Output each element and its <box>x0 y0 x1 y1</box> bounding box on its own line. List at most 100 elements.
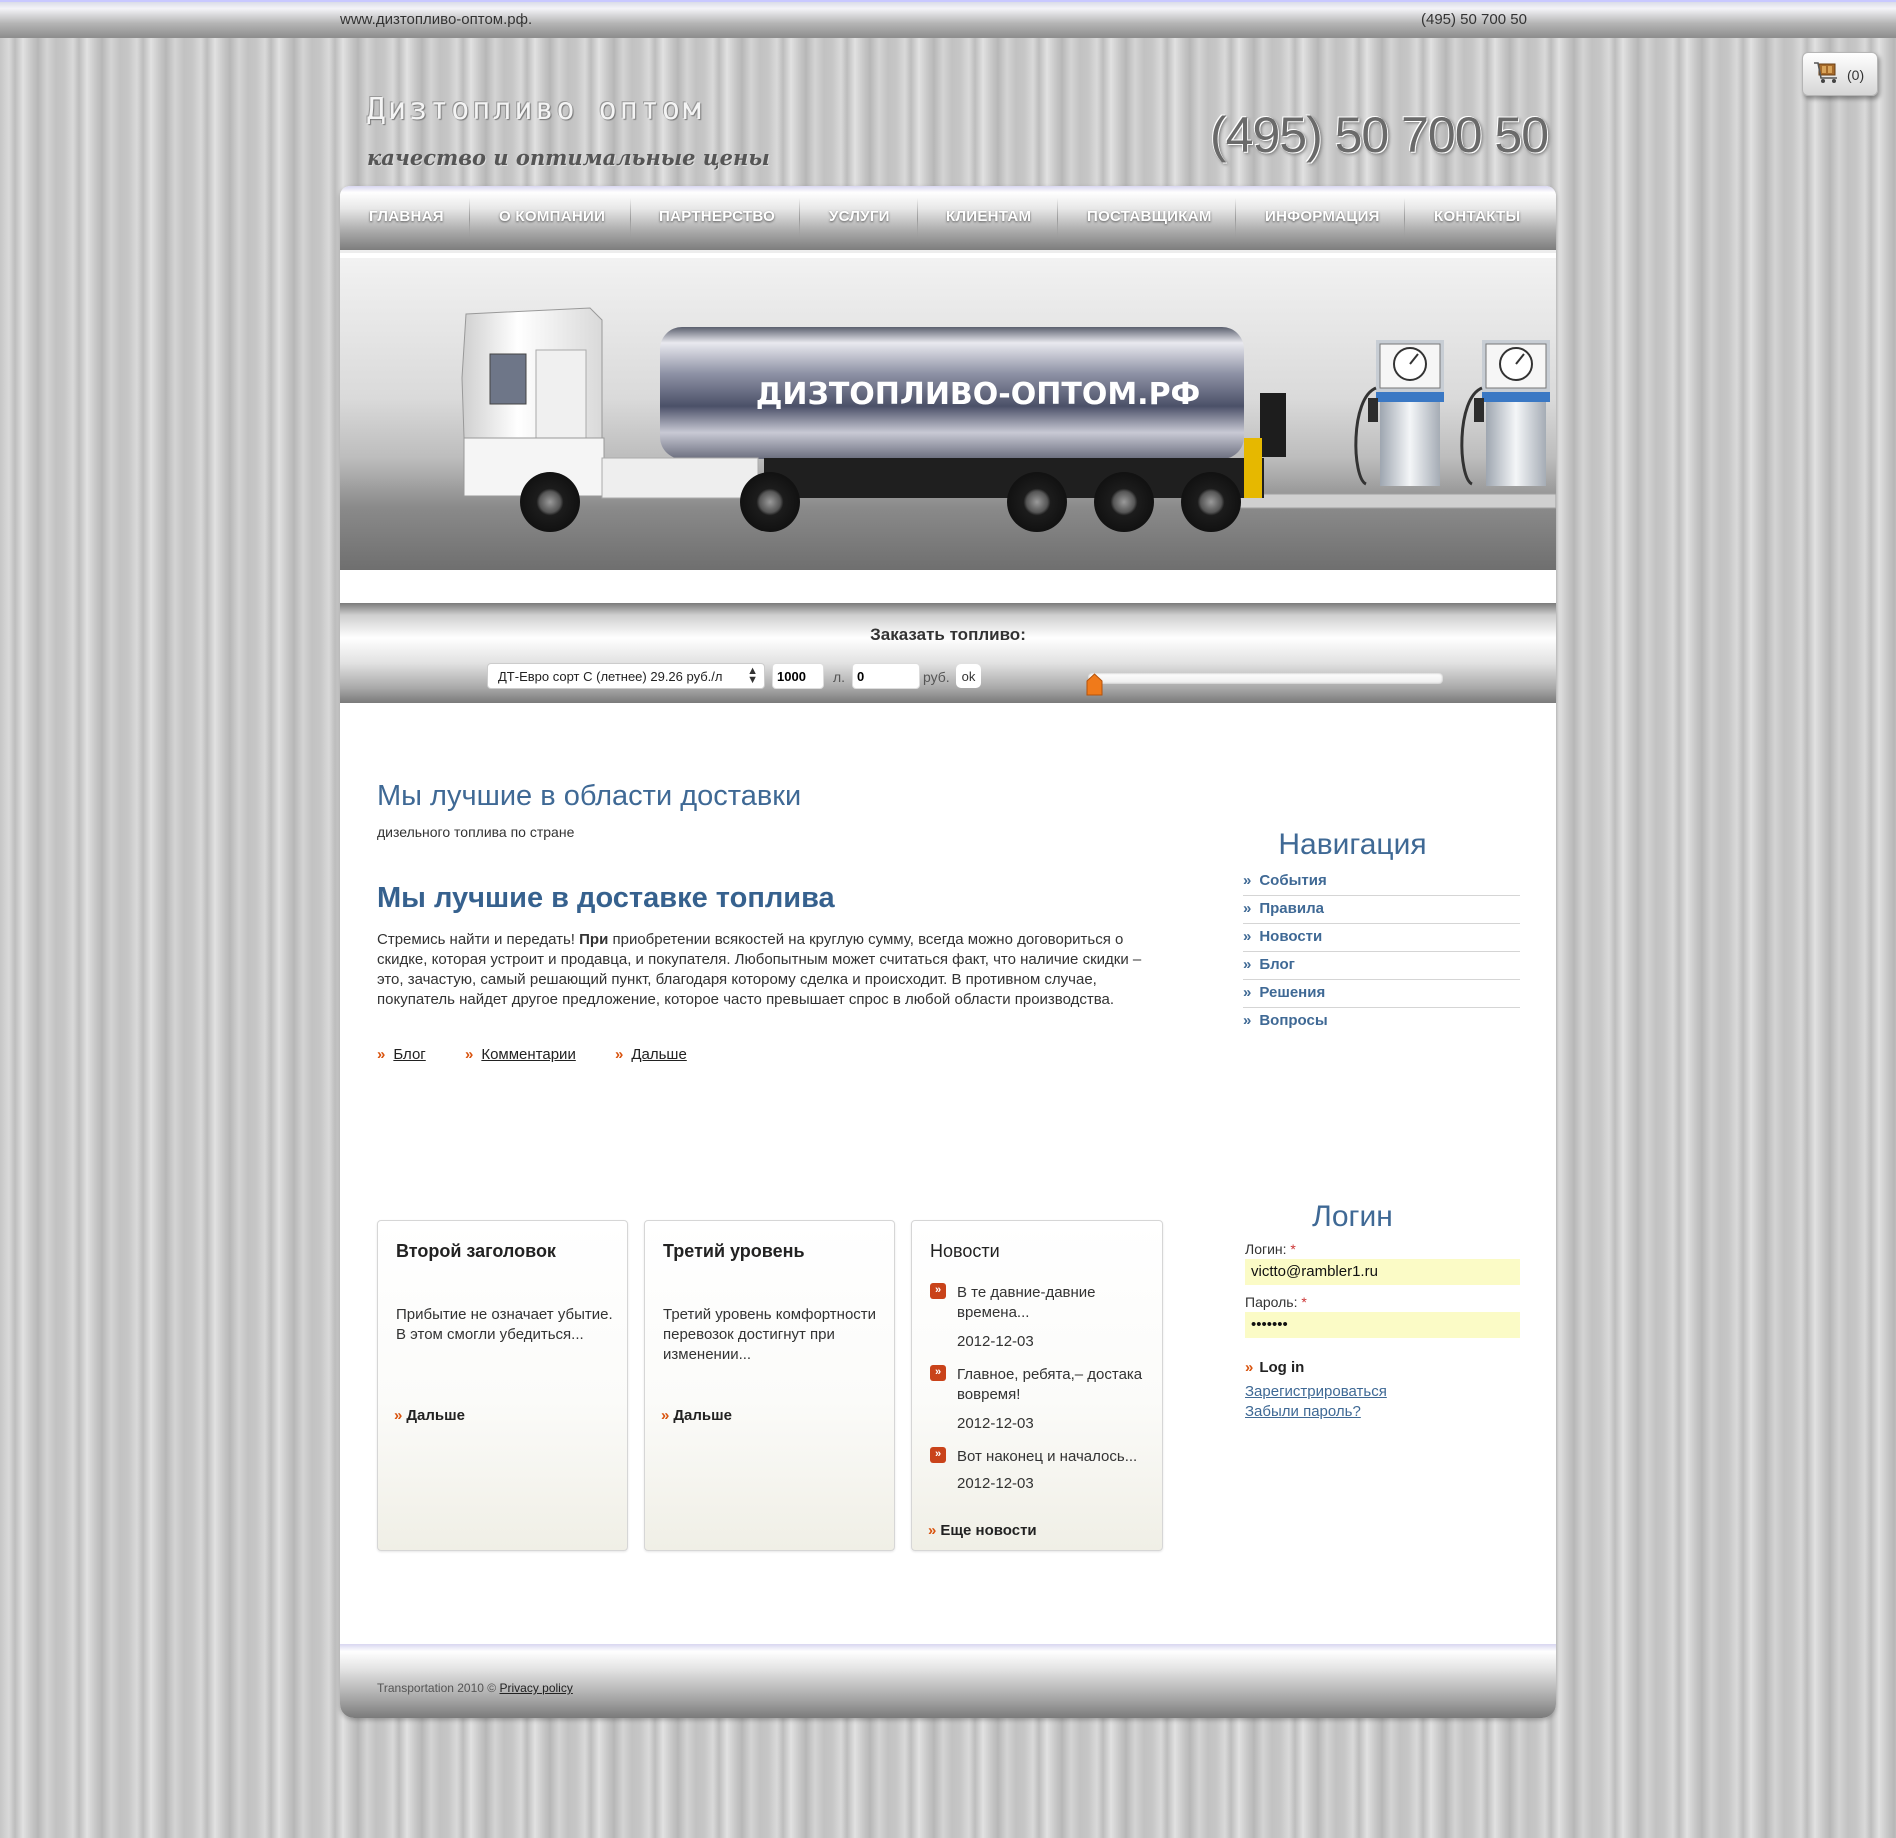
article-text: Стремись найти и передать! При приобрете… <box>377 930 1167 1010</box>
top-bar: www.дизтопливо-оптом.рф. (495) 50 700 50 <box>0 0 1896 38</box>
sidebar-item-label: Вопросы <box>1259 1012 1328 1029</box>
box-more-link[interactable]: » Дальше <box>661 1407 732 1424</box>
nav-item-clients[interactable]: КЛИЕНТАМ <box>946 208 1031 225</box>
news-arrow-icon: » <box>930 1447 946 1463</box>
double-chevron-icon: » <box>615 1046 624 1063</box>
cart-count: (0) <box>1847 67 1865 83</box>
footer: Transportation 2010 © Privacy policy <box>340 1644 1556 1718</box>
news-date: 2012-12-03 <box>957 1333 1034 1350</box>
top-phone: (495) 50 700 50 <box>1421 11 1527 28</box>
sidebar-item-label: Новости <box>1259 928 1323 945</box>
required-mark: * <box>1301 1294 1307 1310</box>
register-link[interactable]: Зарегистрироваться <box>1245 1383 1387 1400</box>
nav-divider <box>1404 198 1405 240</box>
box-text: Прибытие не означает убытие. В этом смог… <box>396 1306 613 1343</box>
wheel <box>520 472 580 532</box>
sidebar-item-solutions[interactable]: » Решения <box>1243 980 1520 1008</box>
sidebar-item-label: Правила <box>1259 900 1324 917</box>
fuel-pump <box>1460 340 1550 486</box>
site-url: www.дизтопливо-оптом.рф. <box>340 11 533 28</box>
sidebar-item-events[interactable]: » События <box>1243 868 1520 896</box>
fuel-truck-illustration: ДИЗТОПЛИВО-ОПТОМ.РФ <box>461 307 1556 532</box>
info-box-second: Второй заголовок Прибытие не означает уб… <box>377 1220 628 1551</box>
double-chevron-icon: » <box>1245 1359 1254 1376</box>
info-box-third: Третий уровень Третий уровень комфортнос… <box>644 1220 895 1551</box>
news-text: Главное, ребята,– достака вовремя! <box>957 1366 1143 1403</box>
main-subheading: дизельного топлива по стране <box>377 824 575 840</box>
article-heading: Мы лучшие в доставке топлива <box>377 882 835 914</box>
comments-link-label: Комментарии <box>481 1046 576 1063</box>
forgot-password-link[interactable]: Забыли пароль? <box>1245 1403 1361 1420</box>
sidebar-nav: » События » Правила » Новости » Блог » Решени… <box>1243 868 1520 1036</box>
nav-divider <box>469 198 470 240</box>
slider-handle[interactable] <box>1086 673 1103 697</box>
sidebar-item-news[interactable]: » Новости <box>1243 924 1520 952</box>
news-box: Новости » В те давние-давние времена... … <box>911 1220 1163 1551</box>
wheel <box>1181 472 1241 532</box>
amount-slider[interactable] <box>1088 673 1443 684</box>
blog-link[interactable]: » Блог <box>377 1046 426 1063</box>
box-more-label: Дальше <box>406 1407 465 1424</box>
double-chevron-icon: » <box>377 1046 386 1063</box>
news-date: 2012-12-03 <box>957 1415 1034 1432</box>
news-text: В те давние-давние времена... <box>957 1284 1096 1321</box>
order-title: Заказать топливо: <box>870 625 1026 644</box>
footer-copyright: Transportation 2010 © Privacy policy <box>377 1681 573 1695</box>
nav-divider <box>917 198 918 240</box>
blog-link-label: Блог <box>393 1046 426 1063</box>
fuel-type-select[interactable]: ДТ-Евро сорт С (летнее) 29.26 руб./л ▲ ▼ <box>487 663 765 689</box>
nav-item-suppliers[interactable]: ПОСТАВЩИКАМ <box>1087 208 1212 225</box>
login-field[interactable]: victto@rambler1.ru <box>1245 1259 1520 1285</box>
news-text: Вот наконец и началось... <box>957 1448 1138 1465</box>
box-title: Третий уровень <box>663 1241 805 1261</box>
rub-input[interactable]: 0 <box>852 663 920 689</box>
fuel-pump <box>1354 340 1444 486</box>
wheel <box>740 472 800 532</box>
nav-divider <box>1057 198 1058 240</box>
login-label-text: Логин: <box>1245 1241 1287 1257</box>
sidebar-item-rules[interactable]: » Правила <box>1243 896 1520 924</box>
nav-item-services[interactable]: УСЛУГИ <box>829 208 890 225</box>
article-lead: Стремись найти и передать! <box>377 931 575 948</box>
nav-item-home[interactable]: ГЛАВНАЯ <box>369 208 444 225</box>
main-nav: ГЛАВНАЯ О КОМПАНИИ ПАРТНЕРСТВО УСЛУГИ КЛ… <box>340 186 1556 253</box>
more-news-link[interactable]: » Еще новости <box>928 1522 1037 1539</box>
login-button[interactable]: » Log in <box>1245 1359 1304 1376</box>
rub-unit: руб. <box>923 669 950 685</box>
order-bar: Заказать топливо: ДТ-Евро сорт С (летнее… <box>340 603 1556 703</box>
nav-item-partnership[interactable]: ПАРТНЕРСТВО <box>659 208 775 225</box>
box-more-link[interactable]: » Дальше <box>394 1407 465 1424</box>
double-chevron-icon: » <box>1243 1012 1252 1029</box>
nav-divider <box>799 198 800 240</box>
double-chevron-icon: » <box>465 1046 474 1063</box>
login-title: Логин <box>1312 1200 1393 1233</box>
more-link[interactable]: » Дальше <box>615 1046 687 1063</box>
litres-input[interactable]: 1000 <box>772 663 824 689</box>
sidebar-item-questions[interactable]: » Вопросы <box>1243 1008 1520 1036</box>
more-news-label: Еще новости <box>940 1522 1037 1539</box>
litres-unit: л. <box>833 669 846 685</box>
double-chevron-icon: » <box>661 1407 670 1424</box>
double-chevron-icon: » <box>1243 956 1252 973</box>
nav-item-info[interactable]: ИНФОРМАЦИЯ <box>1265 208 1380 225</box>
copyright-text: Transportation 2010 © <box>377 1681 497 1695</box>
news-date: 2012-12-03 <box>957 1475 1034 1492</box>
nav-item-about[interactable]: О КОМПАНИИ <box>499 208 605 225</box>
password-label-text: Пароль: <box>1245 1294 1298 1310</box>
sidebar-nav-title: Навигация <box>1278 828 1427 861</box>
ok-button[interactable]: ok <box>956 664 981 688</box>
password-field[interactable]: ••••••• <box>1245 1312 1520 1338</box>
sidebar-item-label: События <box>1259 872 1327 889</box>
box-text: Третий уровень комфортности перевозок до… <box>663 1306 877 1363</box>
cart-button[interactable]: (0) <box>1802 52 1878 96</box>
sidebar-item-blog[interactable]: » Блог <box>1243 952 1520 980</box>
box-title: Второй заголовок <box>396 1241 556 1261</box>
double-chevron-icon: » <box>1243 928 1252 945</box>
comments-link[interactable]: » Комментарии <box>465 1046 576 1063</box>
privacy-policy-link[interactable]: Privacy policy <box>499 1681 572 1695</box>
sidebar-item-label: Блог <box>1259 956 1295 973</box>
logo-title[interactable]: Дизтопливо оптом <box>367 92 704 127</box>
page-container: ГЛАВНАЯ О КОМПАНИИ ПАРТНЕРСТВО УСЛУГИ КЛ… <box>340 186 1556 1718</box>
box-more-label: Дальше <box>673 1407 732 1424</box>
nav-item-contacts[interactable]: КОНТАКТЫ <box>1434 208 1520 225</box>
